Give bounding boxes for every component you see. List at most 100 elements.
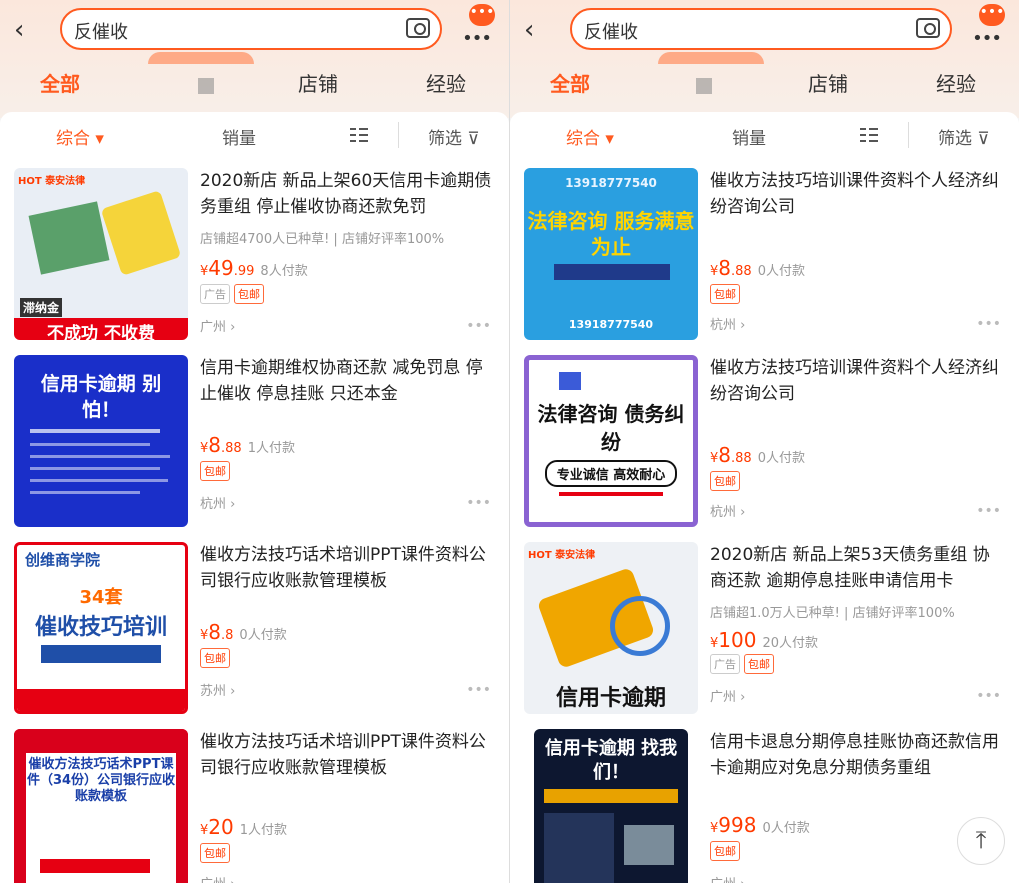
product-location[interactable]: 广州 › bbox=[710, 686, 745, 705]
product-image[interactable]: 13918777540 法律咨询 服务满意为止 13918777540 bbox=[524, 168, 698, 340]
back-icon[interactable]: ‹ bbox=[524, 16, 548, 44]
more-options-icon[interactable]: ••• bbox=[976, 316, 1001, 332]
thumb-card bbox=[100, 190, 182, 276]
product-price: ¥49.99 8人付款 bbox=[200, 256, 308, 280]
free-shipping-badge: 包邮 bbox=[234, 284, 264, 304]
camera-icon[interactable] bbox=[406, 18, 430, 38]
sort-sales[interactable]: 销量 bbox=[732, 124, 766, 149]
back-to-top-icon[interactable]: ⤒ bbox=[957, 817, 1005, 865]
product-title[interactable]: 信用卡逾期维权协商还款 减免罚息 停止催收 停息挂账 只还本金 bbox=[200, 355, 495, 407]
ad-badge: 广告 bbox=[200, 284, 230, 304]
product-tags: 包邮 bbox=[200, 461, 234, 481]
product-price: ¥100 20人付款 bbox=[710, 628, 819, 652]
thumb-top-text: 13918777540 bbox=[565, 176, 657, 190]
product-title[interactable]: 2020新店 新品上架53天债务重组 协商还款 逾期停息挂账申请信用卡 bbox=[710, 542, 1005, 594]
product-card[interactable]: 信用卡逾期 别怕！ 信用卡逾期维权协商还款 减免罚息 停止催收 停息挂账 只还本… bbox=[0, 347, 509, 534]
search-bar[interactable]: 反催收 bbox=[60, 8, 442, 50]
product-card[interactable]: HOT 泰安法律 滞纳金 不成功 不收费 2020新店 新品上架60天信用卡逾期… bbox=[0, 160, 509, 347]
tab-blurred[interactable] bbox=[198, 78, 214, 94]
product-location[interactable]: 杭州 › bbox=[200, 493, 235, 512]
product-list: HOT 泰安法律 滞纳金 不成功 不收费 2020新店 新品上架60天信用卡逾期… bbox=[0, 160, 509, 883]
buyer-count: 8人付款 bbox=[260, 264, 308, 279]
product-tags: 广告 包邮 bbox=[200, 284, 268, 304]
message-bubble-icon[interactable]: ••• bbox=[469, 4, 495, 26]
product-title[interactable]: 催收方法技巧话术培训PPT课件资料公司银行应收账款管理模板 bbox=[200, 542, 495, 594]
more-options-icon[interactable]: ••• bbox=[466, 682, 491, 698]
more-menu[interactable]: ••• ••• bbox=[972, 4, 1005, 49]
more-options-icon[interactable]: ••• bbox=[466, 495, 491, 511]
product-card[interactable]: 法律咨询 债务纠纷 专业诚信 高效耐心 催收方法技巧培训课件资料个人经济纠纷咨询… bbox=[510, 347, 1019, 534]
product-image[interactable]: 信用卡逾期 找我们！ bbox=[534, 729, 688, 883]
product-card[interactable]: 13918777540 法律咨询 服务满意为止 13918777540 催收方法… bbox=[510, 160, 1019, 347]
back-icon[interactable]: ‹ bbox=[14, 16, 38, 44]
product-image[interactable]: 信用卡逾期 别怕！ bbox=[14, 355, 188, 527]
tab-all[interactable]: 全部 bbox=[550, 68, 590, 97]
thumb-block bbox=[28, 201, 110, 275]
thumb-main-text: 法律咨询 服务满意为止 bbox=[527, 209, 695, 259]
product-tags: 广告 包邮 bbox=[710, 654, 778, 674]
product-location[interactable]: 广州 › bbox=[200, 316, 235, 335]
product-title[interactable]: 信用卡退息分期停息挂账协商还款信用卡逾期应对免息分期债务重组 bbox=[710, 729, 1005, 781]
thumb-main-text: 信用卡逾期 bbox=[555, 686, 666, 711]
product-card[interactable]: 信用卡逾期 找我们！ 信用卡退息分期停息挂账协商还款信用卡逾期应对免息分期债务重… bbox=[510, 721, 1019, 883]
tab-shop[interactable]: 店铺 bbox=[808, 68, 848, 97]
tab-experience[interactable]: 经验 bbox=[936, 68, 976, 97]
sort-comprehensive[interactable]: 综合 ▾ bbox=[566, 124, 614, 149]
product-image[interactable]: 催收方法技巧话术PPT课件（34份）公司银行应收账款模板 bbox=[14, 729, 188, 883]
free-shipping-badge: 包邮 bbox=[710, 841, 740, 861]
product-title[interactable]: 2020新店 新品上架60天信用卡逾期债务重组 停止催收协商还款免罚 bbox=[200, 168, 495, 220]
thumb-side-text: 专业诚信 高效耐心 bbox=[545, 460, 677, 487]
product-location[interactable]: 苏州 › bbox=[200, 680, 235, 699]
more-menu[interactable]: ••• ••• bbox=[462, 4, 495, 49]
search-bar[interactable]: 反催收 bbox=[570, 8, 952, 50]
search-input[interactable]: 反催收 bbox=[584, 18, 638, 44]
more-options-icon[interactable]: ••• bbox=[976, 503, 1001, 519]
sort-comprehensive[interactable]: 综合 ▾ bbox=[56, 124, 104, 149]
product-card[interactable]: HOT 泰安法律 信用卡逾期 2020新店 新品上架53天债务重组 协商还款 逾… bbox=[510, 534, 1019, 721]
product-image[interactable]: HOT 泰安法律 信用卡逾期 bbox=[524, 542, 698, 714]
search-header: ‹ 反催收 ••• ••• 全部 店铺 经验 bbox=[0, 0, 509, 118]
filter-button[interactable]: 筛选 ⊽ bbox=[938, 124, 990, 149]
camera-icon[interactable] bbox=[916, 18, 940, 38]
product-location[interactable]: 杭州 › bbox=[710, 314, 745, 333]
product-title[interactable]: 催收方法技巧培训课件资料个人经济纠纷咨询公司 bbox=[710, 168, 1005, 220]
product-card[interactable]: 催收方法技巧话术PPT课件（34份）公司银行应收账款模板 催收方法技巧话术培训P… bbox=[0, 721, 509, 883]
product-image[interactable]: HOT 泰安法律 滞纳金 不成功 不收费 bbox=[14, 168, 188, 340]
sort-sales[interactable]: 销量 bbox=[222, 124, 256, 149]
list-view-icon[interactable] bbox=[860, 126, 878, 144]
product-card[interactable]: 创维商学院 34套 催收技巧培训 催收方法技巧话术培训PPT课件资料公司银行应收… bbox=[0, 534, 509, 721]
search-header: ‹ 反催收 ••• ••• 全部 店铺 经验 bbox=[510, 0, 1019, 118]
search-input[interactable]: 反催收 bbox=[74, 18, 128, 44]
free-shipping-badge: 包邮 bbox=[710, 471, 740, 491]
sort-bar: 综合 ▾ 销量 筛选 ⊽ bbox=[510, 112, 1019, 160]
product-image[interactable]: 法律咨询 债务纠纷 专业诚信 高效耐心 bbox=[524, 355, 698, 527]
product-price: ¥20 1人付款 bbox=[200, 815, 288, 839]
app-root: ‹ 反催收 ••• ••• 全部 店铺 经验 综合 ▾ 销量 筛选 ⊽ HOT … bbox=[0, 0, 1019, 883]
product-location[interactable]: 广州 › bbox=[200, 873, 235, 883]
product-location[interactable]: 杭州 › bbox=[710, 501, 745, 520]
message-bubble-icon[interactable]: ••• bbox=[979, 4, 1005, 26]
product-subtitle: 店铺超4700人已种草! | 店铺好评率100% bbox=[200, 232, 445, 247]
more-dots-icon[interactable]: ••• bbox=[462, 28, 492, 49]
tab-all[interactable]: 全部 bbox=[40, 68, 80, 97]
thumb-main-text: 催收技巧培训 bbox=[34, 615, 167, 640]
list-view-icon[interactable] bbox=[350, 126, 368, 144]
product-subtitle: 店铺超1.0万人已种草! | 店铺好评率100% bbox=[710, 606, 955, 621]
tab-indicator bbox=[658, 52, 764, 64]
free-shipping-badge: 包邮 bbox=[744, 654, 774, 674]
tab-blurred[interactable] bbox=[696, 78, 712, 94]
product-location[interactable]: 广州 › bbox=[710, 873, 745, 883]
more-options-icon[interactable]: ••• bbox=[976, 688, 1001, 704]
tab-experience[interactable]: 经验 bbox=[426, 68, 466, 97]
product-title[interactable]: 催收方法技巧培训课件资料个人经济纠纷咨询公司 bbox=[710, 355, 1005, 407]
buyer-count: 0人付款 bbox=[757, 264, 805, 279]
buyer-count: 1人付款 bbox=[247, 441, 295, 456]
filter-button[interactable]: 筛选 ⊽ bbox=[428, 124, 480, 149]
more-dots-icon[interactable]: ••• bbox=[972, 28, 1002, 49]
product-title[interactable]: 催收方法技巧话术培训PPT课件资料公司银行应收账款管理模板 bbox=[200, 729, 495, 781]
buyer-count: 0人付款 bbox=[239, 628, 287, 643]
product-image[interactable]: 创维商学院 34套 催收技巧培训 bbox=[14, 542, 188, 714]
tab-shop[interactable]: 店铺 bbox=[298, 68, 338, 97]
free-shipping-badge: 包邮 bbox=[200, 843, 230, 863]
more-options-icon[interactable]: ••• bbox=[466, 318, 491, 334]
